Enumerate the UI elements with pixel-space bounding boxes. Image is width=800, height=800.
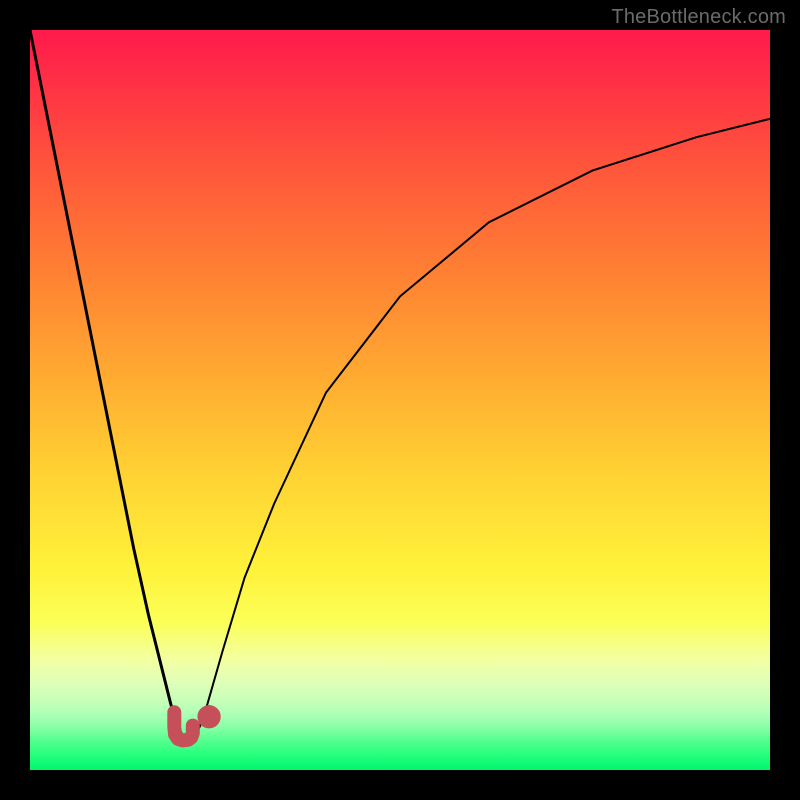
watermark-text: TheBottleneck.com (611, 6, 786, 29)
plot-area (30, 30, 770, 770)
chart-frame: TheBottleneck.com (0, 0, 800, 800)
